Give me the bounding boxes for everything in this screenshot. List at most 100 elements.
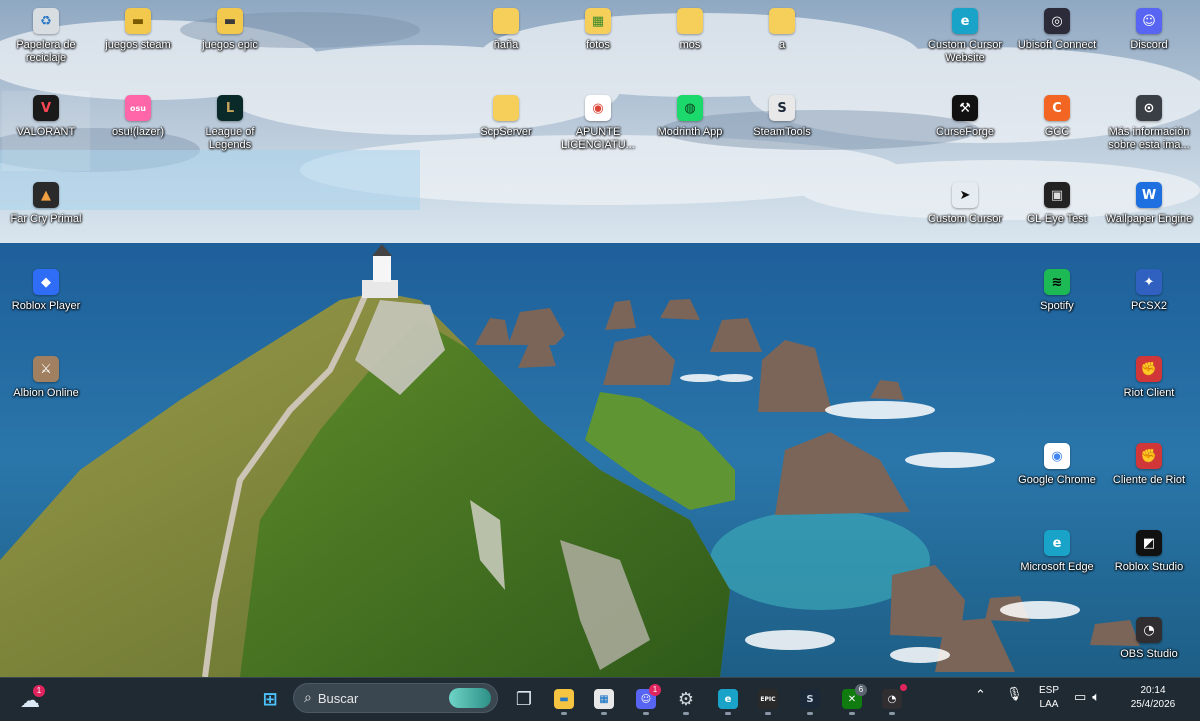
desktop-icon-label: PCSX2	[1130, 300, 1168, 312]
desktop-icon-farcry[interactable]: ▲ Far Cry Primal	[2, 178, 90, 258]
clock-button[interactable]: 20:14 25/4/2026	[1124, 684, 1182, 712]
steam-taskbar-button[interactable]: S	[794, 683, 826, 715]
desktop-icon-nana[interactable]: ñaña	[462, 4, 550, 84]
desktop-icon-label: juegos epic	[202, 39, 258, 51]
desktop-icon-label: Papelera de reciclaje	[16, 39, 76, 64]
folder-icon	[677, 8, 703, 34]
running-indicator	[601, 712, 607, 715]
desktop-icon-label: Ubisoft Connect	[1017, 39, 1097, 51]
desktop-icon-label: GCC	[1044, 126, 1070, 138]
desktop-icon-label: Wallpaper Engine	[1105, 213, 1193, 225]
desktop-icon-modrinth[interactable]: ◍ Modrinth App	[646, 91, 734, 171]
language-indicator[interactable]: ESP LAA	[1034, 684, 1064, 712]
edge-taskbar-button[interactable]: e	[712, 683, 744, 715]
desktop-icon-custom-cursor-web[interactable]: e Custom Cursor Website	[921, 4, 1009, 84]
file-explorer-button[interactable]: ▬	[548, 683, 580, 715]
desktop-icon-label: Discord	[1130, 39, 1168, 51]
desktop-icon-custom-cursor[interactable]: ➤ Custom Cursor	[921, 178, 1009, 258]
camera-icon: ▣	[1044, 182, 1070, 208]
desktop-icon-cliente-riot[interactable]: ✊ Cliente de Riot	[1105, 439, 1193, 519]
edge-icon: e	[952, 8, 978, 34]
desktop-icon-juegos-steam[interactable]: ▬ juegos steam	[94, 4, 182, 84]
obs-icon: ◔	[882, 689, 902, 709]
desktop-icon-label: OBS Studio	[1120, 648, 1178, 660]
clock-date: 25/4/2026	[1130, 699, 1176, 710]
desktop-icon-label: ñaña	[493, 39, 519, 51]
quick-settings-button[interactable]: ▭ 🔈︎	[1074, 686, 1122, 708]
desktop-icon-label: Microsoft Edge	[1020, 561, 1094, 573]
desktop-icon-spotify[interactable]: ≋ Spotify	[1013, 265, 1101, 345]
folder-icon: ▬	[217, 8, 243, 34]
desktop-icon-valorant[interactable]: V VALORANT	[2, 91, 90, 171]
task-view-icon: ❐	[515, 688, 533, 710]
desktop-icon-steamtools[interactable]: S SteamTools	[738, 91, 826, 171]
running-indicator	[725, 712, 731, 715]
folder-icon	[493, 95, 519, 121]
desktop-icon-cl-eye[interactable]: ▣ CL-Eye Test	[1013, 178, 1101, 258]
task-view-button[interactable]: ❐	[508, 683, 540, 715]
obs-icon: ◔	[1136, 617, 1162, 643]
folder-icon: ▬	[554, 689, 574, 709]
desktop-icon-label: fotos	[586, 39, 610, 51]
folder-icon: ▬	[125, 8, 151, 34]
desktop-icon-wallpaper-engine[interactable]: W Wallpaper Engine	[1105, 178, 1193, 258]
search-icon: ⌕	[304, 690, 312, 706]
weather-notification-badge: 1	[33, 685, 45, 697]
desktop-icon-curseforge[interactable]: ⚒ CurseForge	[921, 91, 1009, 171]
desktop-icon-chrome[interactable]: ◉ Google Chrome	[1013, 439, 1101, 519]
desktop-icon-label: League of Legends	[205, 126, 255, 151]
microphone-button[interactable]: 🎙︎	[1006, 687, 1023, 702]
desktop-icon-ubisoft[interactable]: ◎ Ubisoft Connect	[1013, 4, 1101, 84]
search-placeholder: Buscar	[317, 690, 359, 706]
desktop-icon-osu[interactable]: osu osu!(lazer)	[94, 91, 182, 171]
desktop-icon-pcsx2[interactable]: ✦ PCSX2	[1105, 265, 1193, 345]
valorant-icon: V	[33, 95, 59, 121]
xbox-button[interactable]: ✕ 6	[836, 683, 868, 715]
desktop-icon-label: Custom Cursor	[928, 213, 1002, 225]
desktop-icon-scpserver[interactable]: ScpServer	[462, 91, 550, 171]
desktop-icon-albion[interactable]: ⚔ Albion Online	[2, 352, 90, 432]
desktop-icon-league[interactable]: L League of Legends	[186, 91, 274, 171]
chevron-up-icon: ⌃	[975, 688, 986, 703]
desktop-icon-label: juegos steam	[105, 39, 171, 51]
desktop-icon-recycle[interactable]: ♻ Papelera de reciclaje	[2, 4, 90, 84]
desktop-icon-riot-client[interactable]: ✊ Riot Client	[1105, 352, 1193, 432]
search-highlight-icon	[449, 688, 491, 708]
show-hidden-icons-button[interactable]: ⌃	[975, 688, 986, 703]
keyboard-layout: LAA	[1039, 699, 1059, 710]
pcsx2-icon: ✦	[1136, 269, 1162, 295]
desktop-icon-label: CurseForge	[935, 126, 995, 138]
settings-button[interactable]: ⚙	[670, 683, 702, 715]
microphone-icon: 🎙︎	[1006, 687, 1023, 702]
discord-taskbar-button[interactable]: ☺ 1	[630, 683, 662, 715]
desktop-icon-apunte[interactable]: ◉ APUNTE LICENCIATU...	[554, 91, 642, 171]
microsoft-store-button[interactable]: ▦	[588, 683, 620, 715]
desktop-icon-roblox-player[interactable]: ◆ Roblox Player	[2, 265, 90, 345]
running-indicator	[889, 712, 895, 715]
obs-taskbar-button[interactable]: ◔	[876, 683, 908, 715]
desktop-icon-label: VALORANT	[16, 126, 76, 138]
league-icon: L	[217, 95, 243, 121]
search-box[interactable]: ⌕ Buscar	[293, 683, 498, 713]
desktop-icon-label: Spotify	[1040, 300, 1074, 312]
desktop-icon-mas-info[interactable]: ⊙ Más información sobre esta ima...	[1105, 91, 1193, 171]
epic-games-icon: EPIC	[758, 689, 778, 709]
desktop-icon-label: Albion Online	[13, 387, 79, 399]
desktop-icon-label: mos	[679, 39, 701, 51]
store-icon: ▦	[594, 689, 614, 709]
desktop-icon-label: Riot Client	[1123, 387, 1175, 399]
desktop-icon-mos[interactable]: mos	[646, 4, 734, 84]
osu-icon: osu	[125, 95, 151, 121]
start-button[interactable]: ⊞	[254, 683, 286, 715]
desktop-icon-roblox-studio[interactable]: ◩ Roblox Studio	[1105, 526, 1193, 606]
desktop-icon-gcc[interactable]: C GCC	[1013, 91, 1101, 171]
gear-icon: ⚙	[677, 688, 695, 710]
desktop-icon-juegos-epic[interactable]: ▬ juegos epic	[186, 4, 274, 84]
desktop-icon-fotos[interactable]: ▦ fotos	[554, 4, 642, 84]
epic-games-button[interactable]: EPIC	[752, 683, 784, 715]
desktop-icon-discord[interactable]: ☺ Discord	[1105, 4, 1193, 84]
desktop-icon-edge[interactable]: e Microsoft Edge	[1013, 526, 1101, 606]
weather-widget[interactable]: ☁ 1	[14, 684, 46, 716]
farcry-icon: ▲	[33, 182, 59, 208]
desktop-icon-a[interactable]: a	[738, 4, 826, 84]
